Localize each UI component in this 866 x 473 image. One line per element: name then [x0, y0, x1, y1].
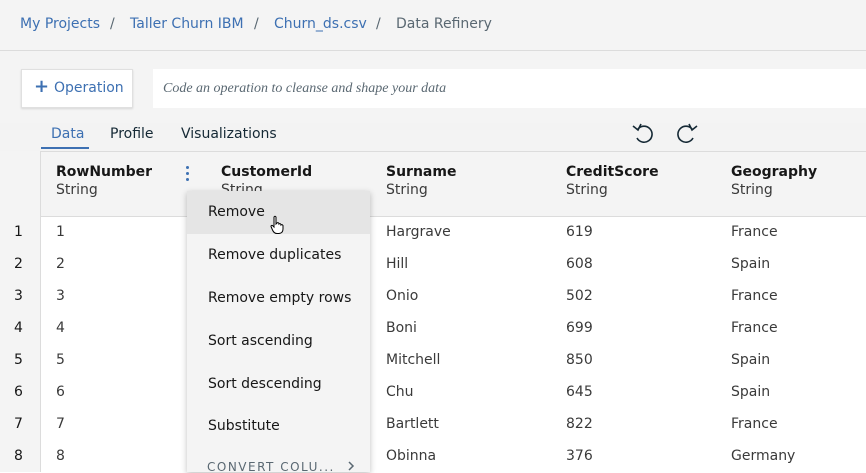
- menu-item-remove-empty-rows[interactable]: Remove empty rows: [187, 277, 370, 320]
- table-cell[interactable]: 6: [56, 384, 65, 400]
- menu-item-label: Sort ascending: [208, 333, 313, 349]
- tab-visualizations[interactable]: Visualizations: [181, 126, 277, 142]
- table-cell[interactable]: 619: [566, 224, 593, 240]
- view-tabs: Data Profile Visualizations: [0, 122, 866, 150]
- table-cell[interactable]: France: [731, 416, 778, 432]
- column-header-surname[interactable]: Surname: [386, 164, 456, 180]
- overflow-menu-icon[interactable]: [180, 164, 194, 184]
- menu-item-sort-descending[interactable]: Sort descending: [187, 363, 370, 406]
- table-cell[interactable]: France: [731, 320, 778, 336]
- column-header-geography[interactable]: Geography: [731, 164, 817, 180]
- active-tab-indicator: [41, 147, 89, 149]
- breadcrumb: My Projects / Taller Churn IBM / Churn_d…: [0, 0, 866, 51]
- table-cell[interactable]: Hill: [386, 256, 408, 272]
- breadcrumb-separator: /: [110, 16, 115, 32]
- row-number: 8: [14, 448, 23, 464]
- menu-item-label: Remove: [208, 204, 265, 220]
- table-cell[interactable]: Bartlett: [386, 416, 439, 432]
- column-type-rownumber: String: [56, 182, 98, 198]
- row-number: 2: [14, 256, 23, 272]
- table-cell[interactable]: Mitchell: [386, 352, 440, 368]
- table-cell[interactable]: Obinna: [386, 448, 436, 464]
- breadcrumb-asset[interactable]: Churn_ds.csv: [274, 16, 367, 32]
- undo-icon[interactable]: [630, 120, 656, 146]
- table-cell[interactable]: Hargrave: [386, 224, 451, 240]
- menu-item-remove-duplicates[interactable]: Remove duplicates: [187, 234, 370, 277]
- menu-item-label: Remove duplicates: [208, 247, 342, 263]
- table-cell[interactable]: 4: [56, 320, 65, 336]
- row-number: 1: [14, 224, 23, 240]
- table-cell[interactable]: Boni: [386, 320, 417, 336]
- table-cell[interactable]: 822: [566, 416, 593, 432]
- row-number: 7: [14, 416, 23, 432]
- column-type-surname: String: [386, 182, 428, 198]
- command-input[interactable]: [153, 69, 866, 108]
- column-type-creditscore: String: [566, 182, 608, 198]
- table-cell[interactable]: 3: [56, 288, 65, 304]
- table-cell[interactable]: Spain: [731, 384, 770, 400]
- table-cell[interactable]: 608: [566, 256, 593, 272]
- tab-profile[interactable]: Profile: [110, 126, 154, 142]
- column-header-creditscore[interactable]: CreditScore: [566, 164, 659, 180]
- hand-cursor-icon: [270, 215, 284, 234]
- column-type-geography: String: [731, 182, 773, 198]
- add-operation-button[interactable]: + Operation: [21, 69, 133, 108]
- breadcrumb-separator: /: [376, 16, 381, 32]
- operation-button-label: Operation: [54, 80, 124, 96]
- table-cell[interactable]: 376: [566, 448, 593, 464]
- breadcrumb-separator: /: [254, 16, 259, 32]
- menu-item-substitute[interactable]: Substitute: [187, 405, 370, 448]
- column-header-customerid[interactable]: CustomerId: [221, 164, 312, 180]
- command-line: [153, 69, 866, 108]
- menu-item-sort-ascending[interactable]: Sort ascending: [187, 320, 370, 363]
- table-cell[interactable]: Onio: [386, 288, 418, 304]
- row-number: 6: [14, 384, 23, 400]
- tab-data[interactable]: Data: [51, 126, 84, 142]
- table-cell[interactable]: 502: [566, 288, 593, 304]
- table-cell[interactable]: 2: [56, 256, 65, 272]
- table-cell[interactable]: Spain: [731, 352, 770, 368]
- chevron-right-icon: [348, 461, 355, 471]
- table-cell[interactable]: Germany: [731, 448, 795, 464]
- table-cell[interactable]: 850: [566, 352, 593, 368]
- table-cell[interactable]: 1: [56, 224, 65, 240]
- plus-icon: +: [34, 76, 50, 97]
- table-cell[interactable]: France: [731, 224, 778, 240]
- breadcrumb-current: Data Refinery: [396, 16, 492, 32]
- table-cell[interactable]: 8: [56, 448, 65, 464]
- table-cell[interactable]: 5: [56, 352, 65, 368]
- menu-item-label: Substitute: [208, 418, 280, 434]
- row-number: 4: [14, 320, 23, 336]
- table-cell[interactable]: 699: [566, 320, 593, 336]
- breadcrumb-my-projects[interactable]: My Projects: [20, 16, 100, 32]
- menu-item-label: Remove empty rows: [208, 290, 352, 306]
- breadcrumb-project[interactable]: Taller Churn IBM: [130, 16, 244, 32]
- table-cell[interactable]: Chu: [386, 384, 414, 400]
- menu-section-convert-column[interactable]: CONVERT COLU...: [207, 460, 335, 472]
- row-number: 3: [14, 288, 23, 304]
- table-cell[interactable]: 7: [56, 416, 65, 432]
- table-cell[interactable]: France: [731, 288, 778, 304]
- menu-item-label: Sort descending: [208, 376, 322, 392]
- row-number: 5: [14, 352, 23, 368]
- redo-icon[interactable]: [674, 120, 700, 146]
- table-cell[interactable]: Spain: [731, 256, 770, 272]
- column-header-rownumber[interactable]: RowNumber: [56, 164, 152, 180]
- table-cell[interactable]: 645: [566, 384, 593, 400]
